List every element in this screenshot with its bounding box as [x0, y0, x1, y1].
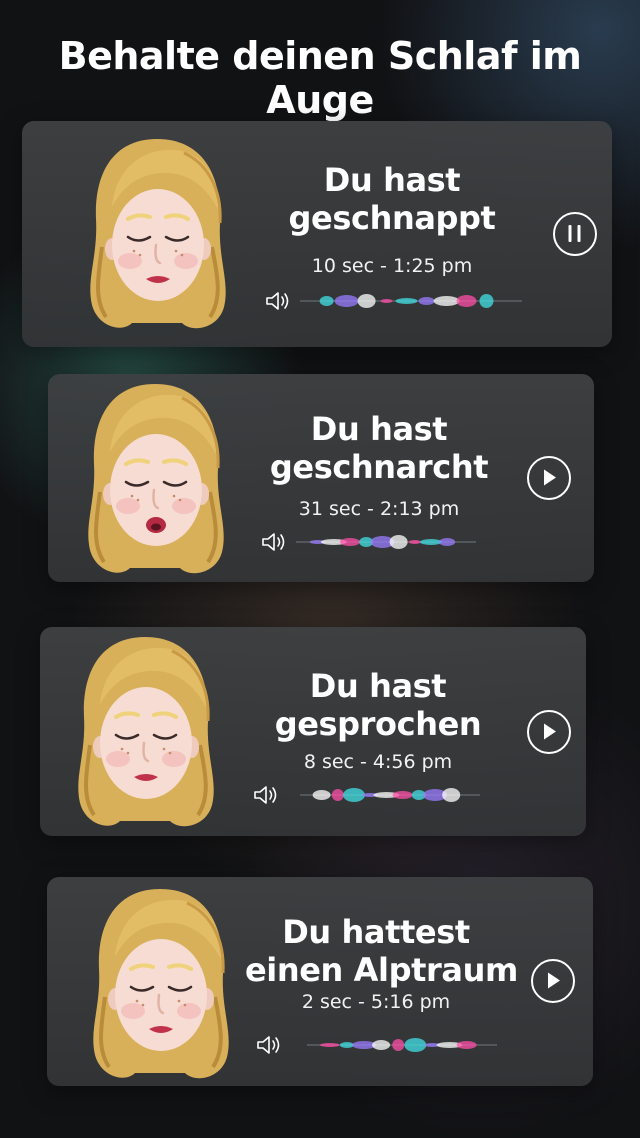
card-title: Du hast geschnarcht: [269, 410, 489, 486]
recording-card-snapped[interactable]: Du hast geschnappt 10 sec - 1:25 pm: [22, 121, 612, 347]
audio-waveform: [300, 291, 522, 311]
sleeping-woman-avatar: [72, 127, 242, 342]
page-title: Behalte deinen Schlaf im Auge: [58, 34, 582, 122]
audio-waveform: [307, 1035, 497, 1055]
snoring-woman-avatar: [70, 374, 240, 582]
duration-time-label: 31 sec - 2:13 pm: [298, 498, 460, 520]
play-icon: [544, 469, 556, 486]
audio-waveform: [300, 785, 480, 805]
duration-time-label: 8 sec - 4:56 pm: [303, 751, 453, 773]
recording-card-snored[interactable]: Du hast geschnarcht 31 sec - 2:13 pm: [48, 374, 594, 582]
duration-time-label: 2 sec - 5:16 pm: [301, 991, 451, 1013]
speaker-icon[interactable]: [255, 1033, 283, 1057]
play-button[interactable]: [527, 710, 571, 754]
pause-button[interactable]: [553, 212, 597, 256]
speaker-icon[interactable]: [252, 783, 280, 807]
card-title: Du hast gesprochen: [274, 667, 482, 743]
pause-icon: [568, 225, 581, 242]
play-button[interactable]: [527, 456, 571, 500]
card-title: Du hattest einen Alptraum: [245, 913, 518, 989]
dreaming-woman-avatar: [75, 877, 245, 1086]
speaker-icon[interactable]: [264, 289, 292, 313]
audio-waveform: [296, 532, 476, 552]
play-button[interactable]: [531, 959, 575, 1003]
play-icon: [548, 972, 560, 989]
play-icon: [544, 723, 556, 740]
recording-card-talked[interactable]: Du hast gesprochen 8 sec - 4:56 pm: [40, 627, 586, 836]
card-title: Du hast geschnappt: [288, 161, 496, 237]
speaker-icon[interactable]: [260, 530, 288, 554]
talking-woman-avatar: [60, 627, 230, 836]
sleep-screen: Behalte deinen Schlaf im Auge Du hast ge…: [0, 0, 640, 1138]
recording-card-nightmare[interactable]: Du hattest einen Alptraum 2 sec - 5:16 p…: [47, 877, 593, 1086]
duration-time-label: 10 sec - 1:25 pm: [311, 255, 473, 277]
